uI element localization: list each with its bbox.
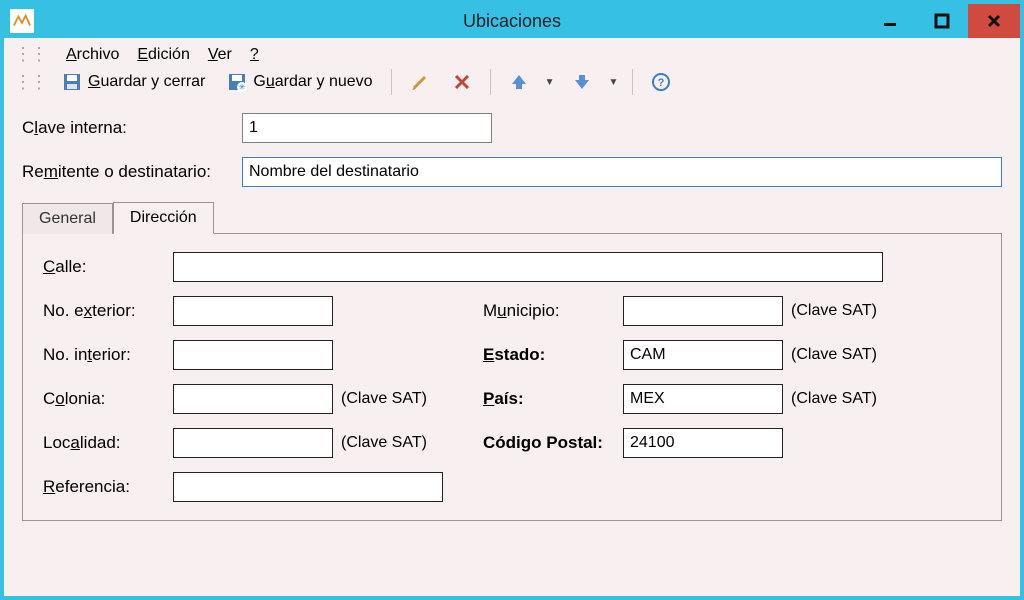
edit-button[interactable]: [402, 69, 438, 95]
save-new-icon: ✳: [227, 72, 247, 92]
form-area: Clave interna: Remitente o destinatario:…: [4, 103, 1020, 521]
calle-input[interactable]: [173, 252, 883, 282]
no-exterior-input[interactable]: [173, 296, 333, 326]
menu-edicion[interactable]: Edición: [137, 46, 189, 64]
toolbar: ⋮⋮ Guardar y cerrar ✳ Guardar y nuevo: [4, 67, 1020, 103]
help-button[interactable]: ?: [643, 69, 679, 95]
move-down-button[interactable]: [564, 69, 600, 95]
toolbar-separator: [391, 69, 392, 95]
remitente-input[interactable]: [242, 157, 1002, 187]
referencia-label: Referencia:: [43, 477, 173, 497]
window-title: Ubicaciones: [463, 11, 561, 32]
minimize-button[interactable]: [864, 4, 916, 38]
municipio-input[interactable]: [623, 296, 783, 326]
tabpanel-direccion: Calle: No. exterior: Municipio: (Clave S…: [22, 233, 1002, 521]
pais-label: País:: [483, 389, 623, 409]
referencia-input[interactable]: [173, 472, 443, 502]
tabstrip: General Dirección: [22, 201, 1002, 233]
tab-direccion[interactable]: Dirección: [113, 202, 214, 234]
pais-sat-hint: (Clave SAT): [783, 390, 883, 408]
no-interior-input[interactable]: [173, 340, 333, 370]
tab-general[interactable]: General: [22, 203, 113, 234]
svg-text:?: ?: [658, 77, 665, 89]
delete-button[interactable]: [444, 69, 480, 95]
localidad-label: Localidad:: [43, 433, 173, 453]
save-new-button[interactable]: ✳ Guardar y nuevo: [219, 69, 380, 95]
clave-interna-label: Clave interna:: [22, 118, 242, 138]
no-interior-label: No. interior:: [43, 345, 173, 365]
arrow-up-icon: [509, 72, 529, 92]
move-up-dropdown[interactable]: ▼: [541, 77, 559, 88]
save-close-button[interactable]: Guardar y cerrar: [54, 69, 213, 95]
delete-x-icon: [452, 72, 472, 92]
maximize-button[interactable]: [916, 4, 968, 38]
estado-input[interactable]: [623, 340, 783, 370]
estado-label: Estado:: [483, 345, 623, 365]
pais-input[interactable]: [623, 384, 783, 414]
menubar: ⋮⋮ Archivo Edición Ver ?: [4, 38, 1020, 67]
pencil-icon: [410, 72, 430, 92]
municipio-sat-hint: (Clave SAT): [783, 302, 883, 320]
save-icon: [62, 72, 82, 92]
menubar-grip: ⋮⋮: [14, 44, 46, 65]
municipio-label: Municipio:: [483, 301, 623, 321]
menu-ver[interactable]: Ver: [208, 46, 232, 64]
cp-label: Código Postal:: [483, 433, 623, 453]
help-icon: ?: [651, 72, 671, 92]
arrow-down-icon: [572, 72, 592, 92]
estado-sat-hint: (Clave SAT): [783, 346, 883, 364]
remitente-label: Remitente o destinatario:: [22, 162, 242, 182]
titlebar: Ubicaciones: [4, 4, 1020, 38]
menu-archivo[interactable]: Archivo: [66, 46, 119, 64]
svg-text:✳: ✳: [239, 82, 247, 92]
toolbar-separator: [632, 69, 633, 95]
move-up-button[interactable]: [501, 69, 537, 95]
window-controls: [864, 4, 1020, 38]
toolbar-separator: [490, 69, 491, 95]
app-icon: [10, 9, 34, 33]
close-button[interactable]: [968, 4, 1020, 38]
clave-interna-input[interactable]: [242, 113, 492, 143]
colonia-input[interactable]: [173, 384, 333, 414]
colonia-label: Colonia:: [43, 389, 173, 409]
move-down-dropdown[interactable]: ▼: [604, 77, 622, 88]
menu-help[interactable]: ?: [250, 46, 259, 64]
no-exterior-label: No. exterior:: [43, 301, 173, 321]
localidad-sat-hint: (Clave SAT): [333, 434, 443, 452]
cp-input[interactable]: [623, 428, 783, 458]
localidad-input[interactable]: [173, 428, 333, 458]
colonia-sat-hint: (Clave SAT): [333, 390, 443, 408]
toolbar-grip: ⋮⋮: [14, 72, 46, 93]
app-window: Ubicaciones ⋮⋮ Archivo Edición Ver ? ⋮⋮ …: [0, 0, 1024, 600]
calle-label: Calle:: [43, 257, 173, 277]
